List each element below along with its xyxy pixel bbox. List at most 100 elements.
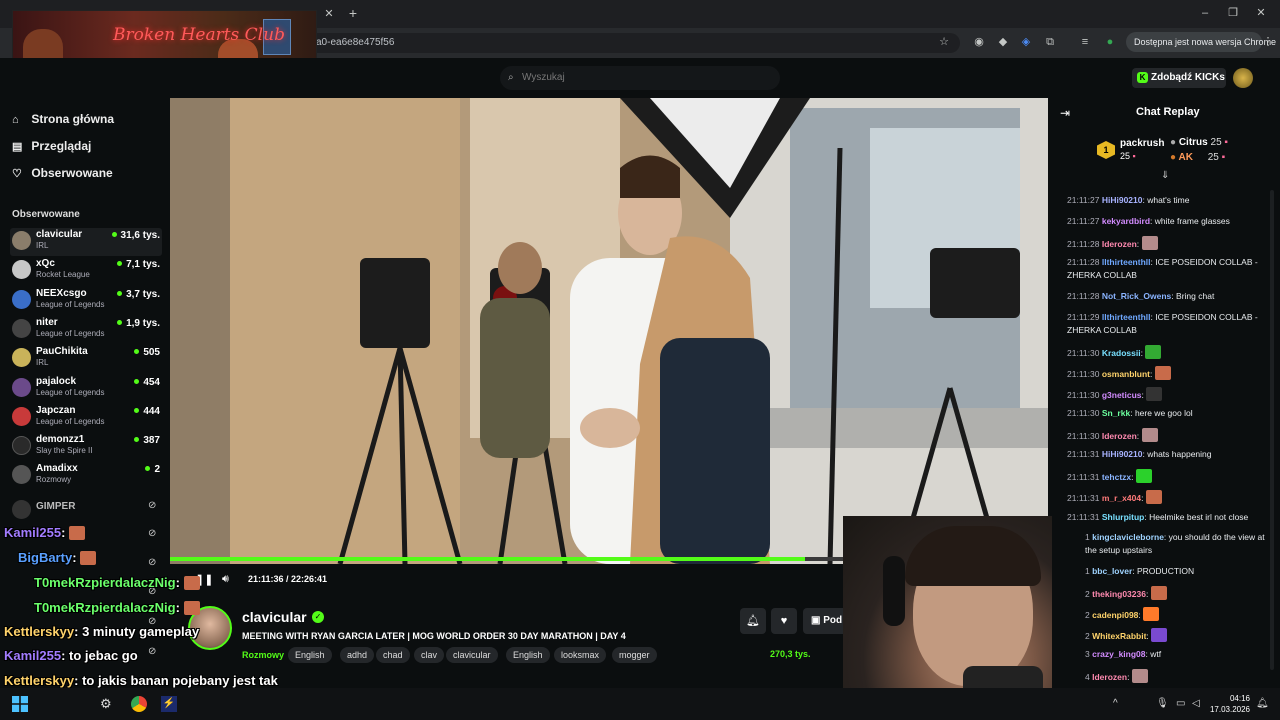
chat-username[interactable]: Iderozen xyxy=(1102,431,1137,441)
top-gifter[interactable]: packrush xyxy=(1120,138,1164,149)
sidebar-channel[interactable]: GIMPER xyxy=(10,497,162,525)
sidebar-channel[interactable]: xQc Rocket League 7,1 tys. xyxy=(10,257,162,285)
nav-browse[interactable]: ▤ Przeglądaj xyxy=(12,139,162,157)
stream-tag[interactable]: chad xyxy=(376,647,410,663)
app-icon[interactable]: ⚡ xyxy=(161,696,177,712)
search-icon: ⌕ xyxy=(508,72,514,83)
chat-message: 21:11:31 tehctzx: xyxy=(1067,469,1267,484)
notification-bell-button[interactable]: 🔔︎ xyxy=(740,608,766,634)
volume-tray-icon[interactable]: ◁ xyxy=(1192,698,1200,709)
chat-timestamp: 21:11:30 xyxy=(1067,431,1100,441)
overlay-chat-message: Kettlerskyy: 3 minuty gameplay xyxy=(4,624,200,639)
settings-gear-icon[interactable]: ⚙ xyxy=(100,696,112,712)
chat-username[interactable]: crazy_king08 xyxy=(1092,649,1145,659)
streamer-name[interactable]: clavicular xyxy=(242,609,307,625)
chat-timestamp: 21:11:30 xyxy=(1067,390,1100,400)
chat-username[interactable]: theking03236 xyxy=(1092,589,1146,599)
chat-message: 21:11:30 osmanblunt: xyxy=(1067,366,1267,381)
stream-tag[interactable]: clav xyxy=(414,647,445,663)
network-icon[interactable]: ▭ xyxy=(1176,698,1185,709)
chat-username[interactable]: WhitexRabbit xyxy=(1092,631,1146,641)
clock-time[interactable]: 04:16 xyxy=(1220,694,1250,703)
chat-username[interactable]: osmanblunt xyxy=(1102,369,1150,379)
maximize-icon[interactable]: ❐ xyxy=(1226,6,1240,20)
volume-icon[interactable]: 🔊︎ xyxy=(222,573,229,586)
chat-username[interactable]: llthirteenthll xyxy=(1102,257,1151,267)
chat-username[interactable]: tehctzx xyxy=(1102,472,1131,482)
notification-icon[interactable]: 🔔︎ xyxy=(1256,698,1269,709)
chat-username[interactable]: kekyardbird xyxy=(1102,216,1150,226)
new-tab-icon[interactable]: + xyxy=(346,6,360,20)
chrome-icon[interactable] xyxy=(131,696,147,712)
chat-username[interactable]: g3neticus xyxy=(1102,390,1142,400)
extensions-puzzle-icon[interactable]: ⧉ xyxy=(1043,35,1057,49)
close-tab-icon[interactable]: ✕ xyxy=(322,7,336,21)
overlay-chat-username: Kettlerskyy xyxy=(4,624,75,639)
chat-username[interactable]: m_r_x404 xyxy=(1102,493,1141,503)
channel-viewers: 3,7 tys. xyxy=(117,289,160,300)
window-close-icon[interactable]: ✕ xyxy=(1254,6,1268,20)
nav-home[interactable]: ⌂ Strona główna xyxy=(12,112,162,130)
bookmark-star-icon[interactable]: ☆ xyxy=(937,35,951,49)
sidebar-channel[interactable]: NEEXcsgo League of Legends 3,7 tys. xyxy=(10,287,162,315)
gifter-rank-icon: ● xyxy=(1170,152,1177,163)
menu-dots-icon[interactable]: ⋮ xyxy=(1261,35,1275,49)
chat-scrollbar[interactable] xyxy=(1270,190,1274,670)
stream-tag[interactable]: mogger xyxy=(612,647,657,663)
collapse-chat-icon[interactable]: ⇥ xyxy=(1060,106,1070,120)
stream-tag[interactable]: English xyxy=(288,647,332,663)
stream-category[interactable]: Rozmowy xyxy=(242,650,284,660)
top-gifter[interactable]: ● AK 25 ▪ xyxy=(1170,152,1225,163)
profile-icon[interactable]: ● xyxy=(1103,35,1117,49)
chat-username[interactable]: cadenpi098 xyxy=(1092,610,1138,620)
chat-username[interactable]: bbc_lover xyxy=(1092,566,1132,576)
chat-username[interactable]: HiHi90210 xyxy=(1102,195,1143,205)
stream-tag[interactable]: clavicular xyxy=(446,647,498,663)
heart-icon: ♥ xyxy=(780,615,788,627)
chat-username[interactable]: Shlurpitup xyxy=(1102,512,1145,522)
stream-tag[interactable]: looksmax xyxy=(554,647,607,663)
microphone-tray-icon[interactable]: 🎙︎ xyxy=(1156,698,1169,709)
chat-message: 21:11:28 llthirteenthll: ICE POSEIDON CO… xyxy=(1067,257,1258,280)
search-input[interactable]: Wyszukaj xyxy=(500,66,780,90)
chat-timestamp: 21:11:29 xyxy=(1067,312,1100,322)
sidebar-channel[interactable]: demonzz1 Slay the Spire II 387 xyxy=(10,433,162,461)
expand-gifters-icon[interactable]: ⇓ xyxy=(1161,170,1169,181)
channel-category: Rozmowy xyxy=(36,475,72,484)
sidebar-channel[interactable]: clavicular IRL 31,6 tys. xyxy=(10,228,162,256)
chat-username[interactable]: Iderozen xyxy=(1092,672,1127,682)
extension-icon[interactable]: ◆ xyxy=(996,35,1010,49)
stream-tag[interactable]: adhd xyxy=(340,647,375,663)
extension-icon[interactable]: ◉ xyxy=(972,35,986,49)
chat-username[interactable]: Not_Rick_Owens xyxy=(1102,291,1171,301)
video-player[interactable] xyxy=(170,98,1048,564)
subscribe-button[interactable]: ▣ Pod xyxy=(803,608,843,634)
clock-date[interactable]: 17.03.2026 xyxy=(1203,705,1250,714)
chat-username[interactable]: Iderozen xyxy=(1102,239,1137,249)
chat-username[interactable]: llthirteenthll xyxy=(1102,312,1151,322)
tray-chevron-icon[interactable]: ^ xyxy=(1113,698,1118,709)
extension-icon[interactable]: ◈ xyxy=(1019,35,1033,49)
sidebar-channel[interactable]: PauChikita IRL 505 xyxy=(10,345,162,373)
channel-viewers: 2 xyxy=(145,464,160,475)
gifter-name: AK xyxy=(1178,152,1193,163)
sidebar-channel[interactable]: Amadixx Rozmowy 2 xyxy=(10,462,162,490)
nav-following[interactable]: ♡ Obserwowane xyxy=(12,166,162,184)
chrome-update-button[interactable]: Dostępna jest nowa wersja Chrome xyxy=(1126,32,1276,52)
sidebar-channel[interactable]: Japczan League of Legends 444 xyxy=(10,404,162,432)
url-field[interactable]: a0-ea6e8e475f56 xyxy=(300,33,960,53)
chat-username[interactable]: kingclavicleborne xyxy=(1092,532,1164,542)
minimize-icon[interactable]: – xyxy=(1198,6,1212,20)
user-avatar[interactable] xyxy=(1233,68,1253,88)
sidebar-channel[interactable]: pajalock League of Legends 454 xyxy=(10,375,162,403)
chat-username[interactable]: Kradossii xyxy=(1102,348,1141,358)
top-gifter[interactable]: ● Citrus 25 ▪ xyxy=(1170,137,1228,148)
chat-username[interactable]: Sn_rkk xyxy=(1102,408,1130,418)
chat-username[interactable]: HiHi90210 xyxy=(1102,449,1143,459)
gift-icon: ▪ xyxy=(1221,152,1226,163)
stream-tag[interactable]: English xyxy=(506,647,550,663)
follow-button[interactable]: ♥ xyxy=(771,608,797,634)
sidebar-channel[interactable]: niter League of Legends 1,9 tys. xyxy=(10,316,162,344)
reading-list-icon[interactable]: ≡ xyxy=(1078,35,1092,49)
emote-icon xyxy=(80,551,97,565)
